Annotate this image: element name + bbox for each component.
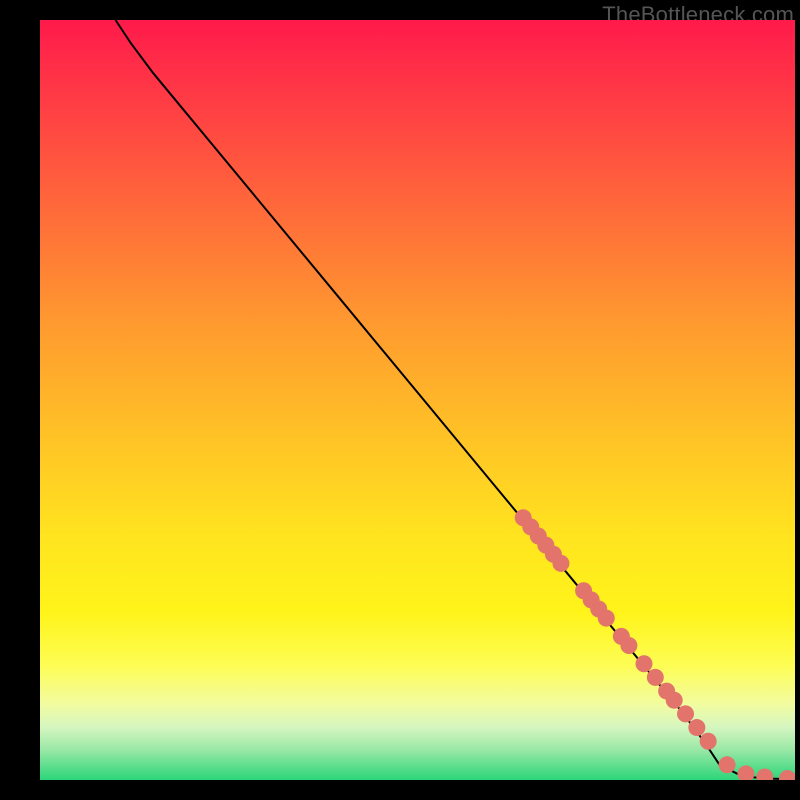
data-point bbox=[552, 555, 569, 572]
data-point bbox=[700, 733, 717, 750]
data-point bbox=[719, 756, 736, 773]
plot-area bbox=[40, 20, 795, 780]
data-point bbox=[620, 637, 637, 654]
chart-svg bbox=[40, 20, 795, 780]
data-point bbox=[647, 669, 664, 686]
chart-frame: TheBottleneck.com bbox=[0, 0, 800, 800]
data-point bbox=[598, 610, 615, 627]
data-point bbox=[666, 692, 683, 709]
curve-path bbox=[116, 20, 796, 779]
data-point bbox=[688, 719, 705, 736]
data-point bbox=[737, 765, 754, 780]
data-point bbox=[756, 768, 773, 780]
data-point bbox=[677, 705, 694, 722]
data-point bbox=[636, 655, 653, 672]
data-point bbox=[779, 770, 795, 780]
